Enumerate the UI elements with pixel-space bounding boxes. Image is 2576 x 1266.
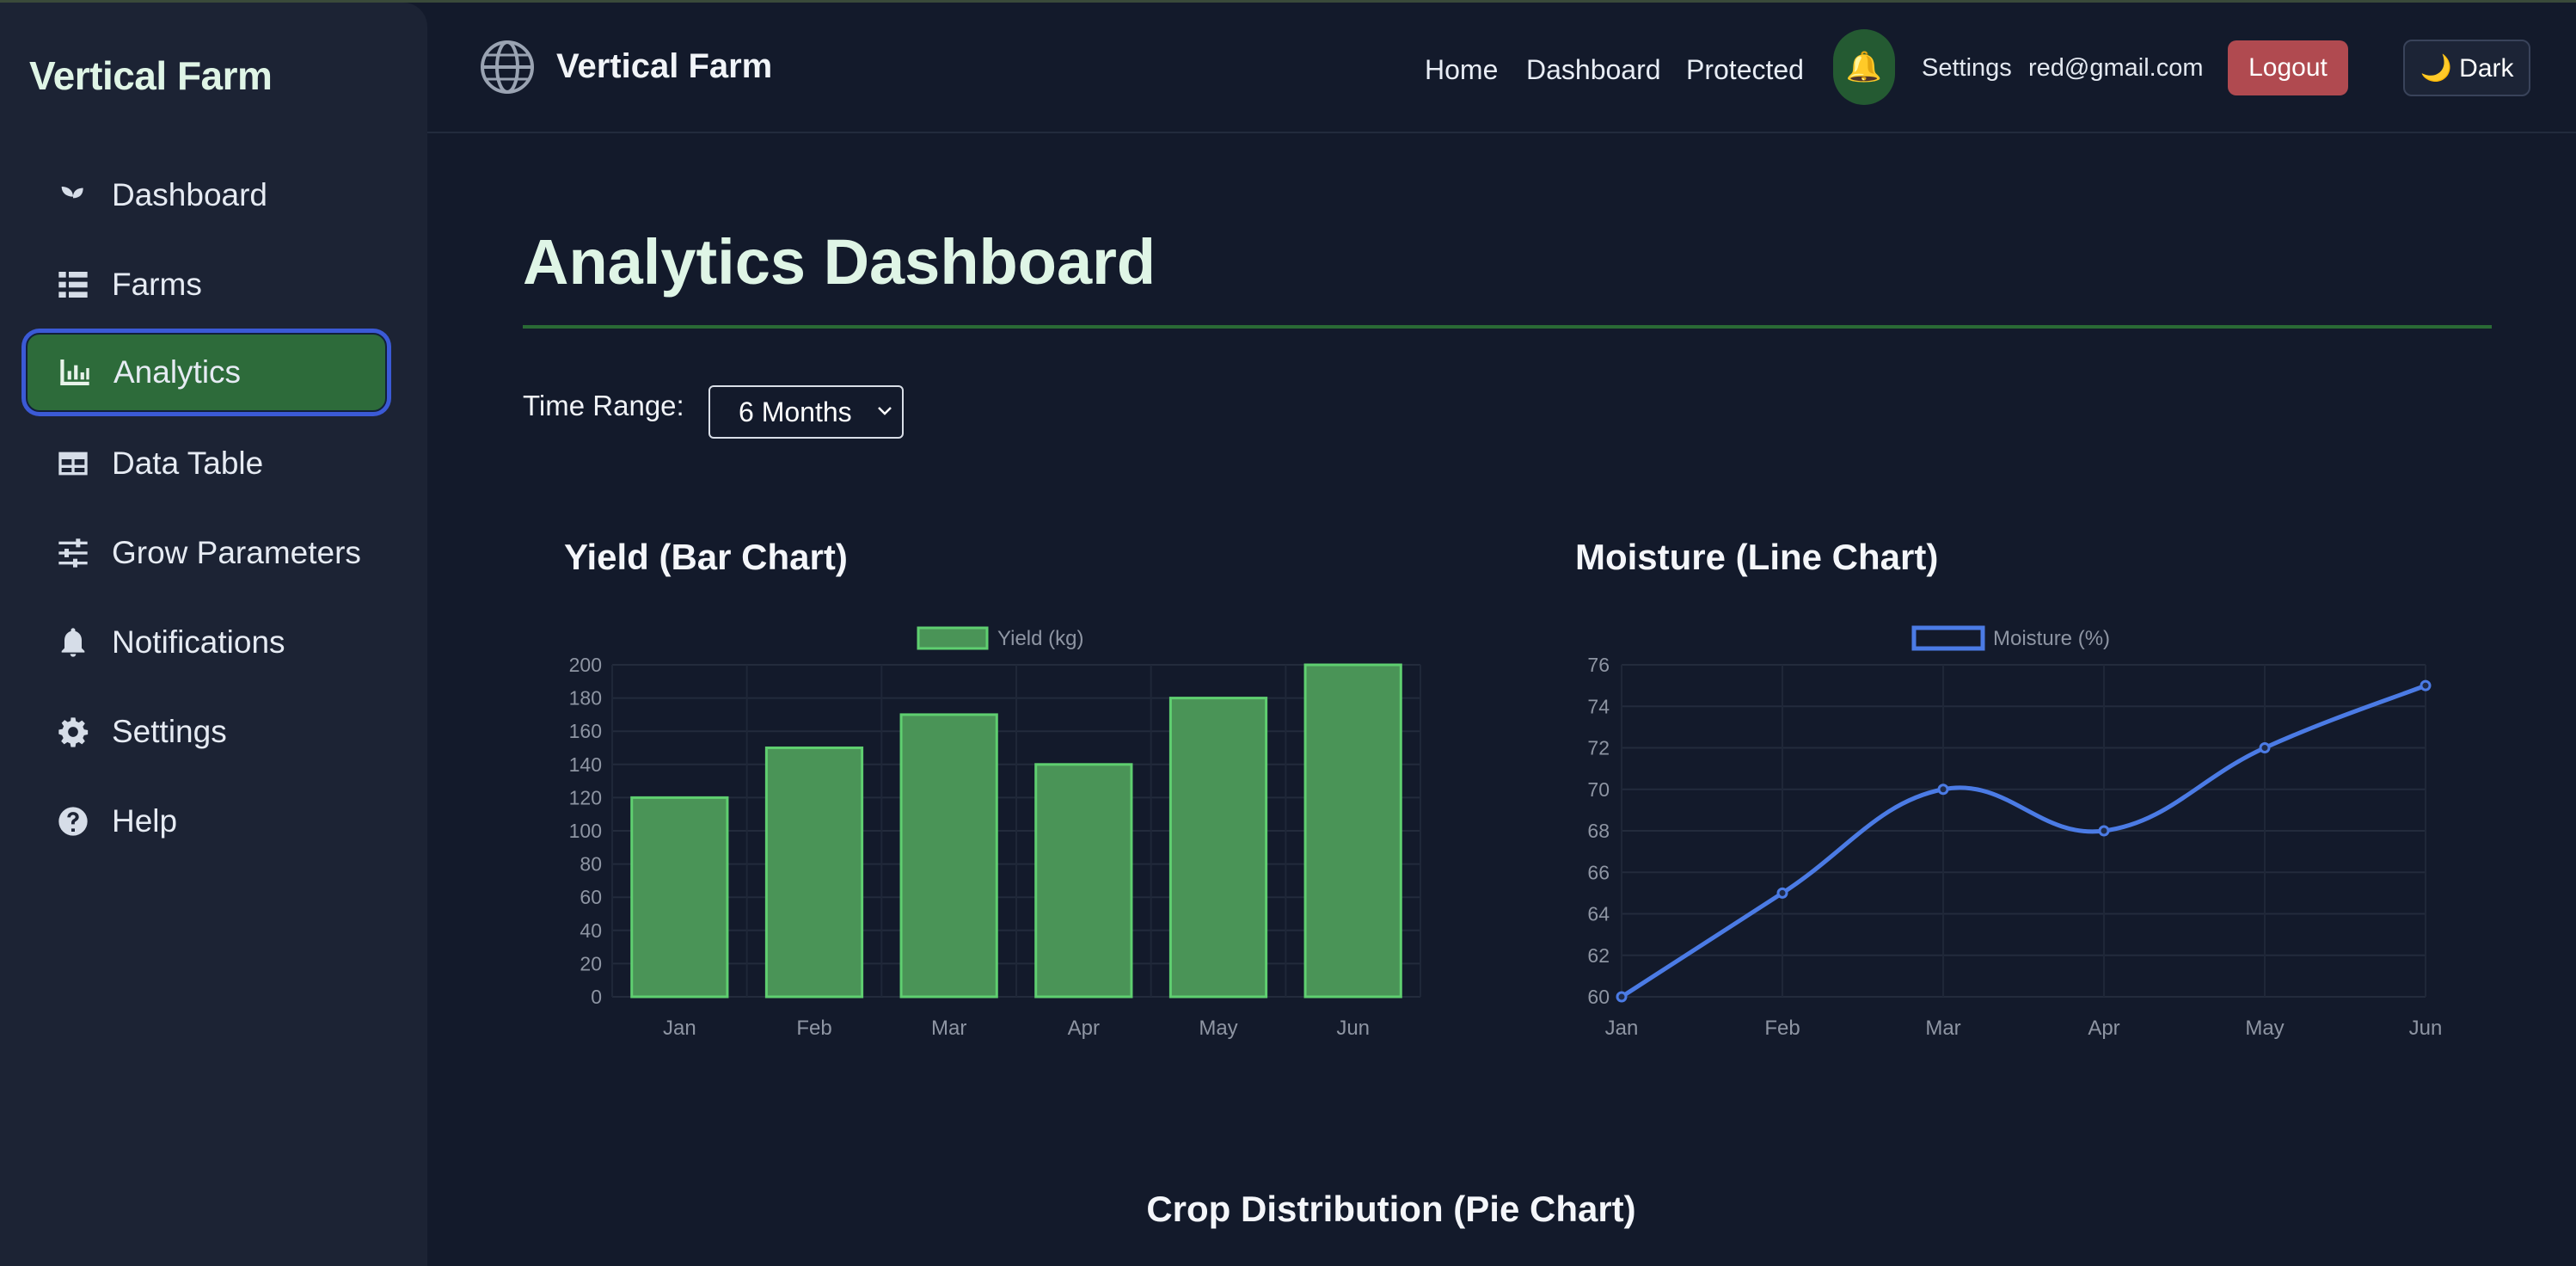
time-range-select[interactable]: 6 Months bbox=[708, 385, 904, 439]
y-tick-label: 180 bbox=[569, 687, 602, 710]
gear-icon bbox=[55, 714, 91, 750]
yield-chart-title: Yield (Bar Chart) bbox=[564, 537, 848, 577]
y-tick-label: 74 bbox=[1587, 695, 1610, 717]
y-tick-label: 72 bbox=[1587, 737, 1610, 759]
sidebar-item-help[interactable]: Help bbox=[26, 782, 387, 861]
y-tick-label: 200 bbox=[569, 654, 602, 676]
y-tick-label: 100 bbox=[569, 820, 602, 842]
bell-icon: 🔔 bbox=[1845, 51, 1883, 83]
y-tick-label: 0 bbox=[591, 986, 602, 1008]
sliders-icon bbox=[55, 535, 91, 571]
sidebar-item-label: Help bbox=[112, 803, 178, 839]
y-tick-label: 66 bbox=[1587, 861, 1610, 883]
bar-chart-icon bbox=[57, 354, 93, 390]
data-point bbox=[1616, 991, 1628, 1003]
theme-toggle-button[interactable]: 🌙 Dark bbox=[2403, 40, 2530, 96]
y-tick-label: 120 bbox=[569, 786, 602, 808]
x-tick-label: May bbox=[2245, 1017, 2284, 1040]
y-tick-label: 20 bbox=[580, 952, 602, 974]
settings-link[interactable]: Settings bbox=[1922, 54, 2012, 83]
time-range-label: Time Range: bbox=[523, 390, 684, 421]
sidebar-item-label: Grow Parameters bbox=[112, 535, 361, 570]
moisture-line-chart: 60 62 64 66 68 70 72 74 76 Jan Feb Mar Apr May Jun Mois… bbox=[1587, 625, 2443, 1040]
sidebar-item-label: Farms bbox=[112, 267, 202, 302]
time-range-value: 6 Months bbox=[739, 396, 852, 427]
title-divider bbox=[523, 325, 2492, 329]
logout-button[interactable]: Logout bbox=[2228, 40, 2348, 95]
sidebar: Vertical Farm Dashboard Farms Analytics … bbox=[0, 3, 427, 1266]
y-tick-label: 160 bbox=[569, 720, 602, 742]
sidebar-item-dashboard[interactable]: Dashboard bbox=[26, 156, 387, 235]
bell-icon bbox=[55, 624, 91, 661]
y-tick-label: 80 bbox=[580, 853, 602, 876]
seedling-icon bbox=[55, 177, 91, 213]
y-tick-label: 140 bbox=[569, 753, 602, 776]
data-point bbox=[2259, 742, 2271, 753]
moisture-chart-title: Moisture (Line Chart) bbox=[1575, 537, 1939, 577]
y-tick-label: 68 bbox=[1587, 820, 1610, 842]
sidebar-item-label: Data Table bbox=[112, 446, 264, 481]
chevron-down-icon bbox=[878, 407, 892, 415]
data-point bbox=[1776, 887, 1788, 899]
bar bbox=[1034, 763, 1133, 999]
sidebar-item-settings[interactable]: Settings bbox=[26, 692, 387, 771]
x-tick-label: Mar bbox=[1925, 1017, 1960, 1040]
sidebar-item-label: Analytics bbox=[113, 354, 242, 390]
series-line bbox=[1620, 683, 2426, 999]
x-tick-label: Mar bbox=[931, 1017, 966, 1040]
bar bbox=[1168, 697, 1268, 999]
x-tick-label: Jan bbox=[663, 1017, 696, 1040]
table-icon bbox=[55, 446, 91, 482]
data-point bbox=[2098, 825, 2110, 837]
y-tick-label: 62 bbox=[1587, 944, 1610, 967]
top-navbar: Vertical Farm Home Dashboard Protected 🔔… bbox=[427, 3, 2576, 133]
page-title: Analytics Dashboard bbox=[523, 226, 1156, 298]
bar bbox=[899, 713, 998, 999]
sidebar-item-notifications[interactable]: Notifications bbox=[26, 603, 387, 682]
sidebar-item-data-table[interactable]: Data Table bbox=[26, 424, 387, 503]
legend-label: Yield (kg) bbox=[997, 627, 1083, 650]
sidebar-item-label: Notifications bbox=[112, 624, 285, 660]
y-tick-label: 76 bbox=[1587, 654, 1610, 676]
sidebar-brand: Vertical Farm bbox=[29, 53, 273, 98]
yield-bar-chart: 0 20 40 60 80 100 120 140 160 180 200 Jan Feb Mar Apr M… bbox=[569, 626, 1421, 1040]
data-point bbox=[2420, 679, 2432, 691]
nav-link-home[interactable]: Home bbox=[1425, 54, 1498, 86]
x-tick-label: Apr bbox=[1068, 1017, 1100, 1040]
y-tick-label: 60 bbox=[1587, 986, 1610, 1008]
sidebar-item-label: Dashboard bbox=[112, 177, 268, 212]
sidebar-item-analytics[interactable]: Analytics bbox=[26, 333, 387, 412]
bar bbox=[1303, 663, 1402, 999]
nav-link-dashboard[interactable]: Dashboard bbox=[1526, 54, 1661, 86]
notifications-button[interactable]: 🔔 bbox=[1833, 29, 1895, 105]
legend-label: Moisture (%) bbox=[1993, 627, 2110, 650]
data-point bbox=[1937, 784, 1949, 796]
x-tick-label: Feb bbox=[796, 1017, 831, 1040]
x-tick-label: Jan bbox=[1605, 1017, 1639, 1040]
y-tick-label: 70 bbox=[1587, 778, 1610, 801]
y-tick-label: 60 bbox=[580, 886, 602, 908]
question-circle-icon bbox=[55, 803, 91, 839]
sidebar-item-farms[interactable]: Farms bbox=[26, 245, 387, 324]
y-tick-label: 64 bbox=[1587, 903, 1610, 925]
bar bbox=[764, 747, 864, 999]
globe-icon bbox=[481, 40, 534, 94]
pie-chart-title: Crop Distribution (Pie Chart) bbox=[1146, 1189, 1636, 1229]
x-tick-label: Apr bbox=[2088, 1017, 2119, 1040]
x-tick-label: Jun bbox=[2409, 1017, 2443, 1040]
list-icon bbox=[55, 267, 91, 303]
bar bbox=[630, 796, 729, 999]
x-tick-label: May bbox=[1199, 1017, 1237, 1040]
user-email: red@gmail.com bbox=[2028, 54, 2204, 82]
legend-swatch bbox=[917, 626, 989, 650]
y-tick-label: 40 bbox=[580, 919, 602, 942]
sidebar-item-grow-parameters[interactable]: Grow Parameters bbox=[26, 513, 387, 593]
x-tick-label: Jun bbox=[1336, 1017, 1370, 1040]
legend-swatch bbox=[1911, 625, 1985, 651]
app-title: Vertical Farm bbox=[556, 47, 773, 85]
sidebar-item-label: Settings bbox=[112, 714, 227, 749]
x-tick-label: Feb bbox=[1764, 1017, 1800, 1040]
nav-link-protected[interactable]: Protected bbox=[1686, 54, 1804, 86]
